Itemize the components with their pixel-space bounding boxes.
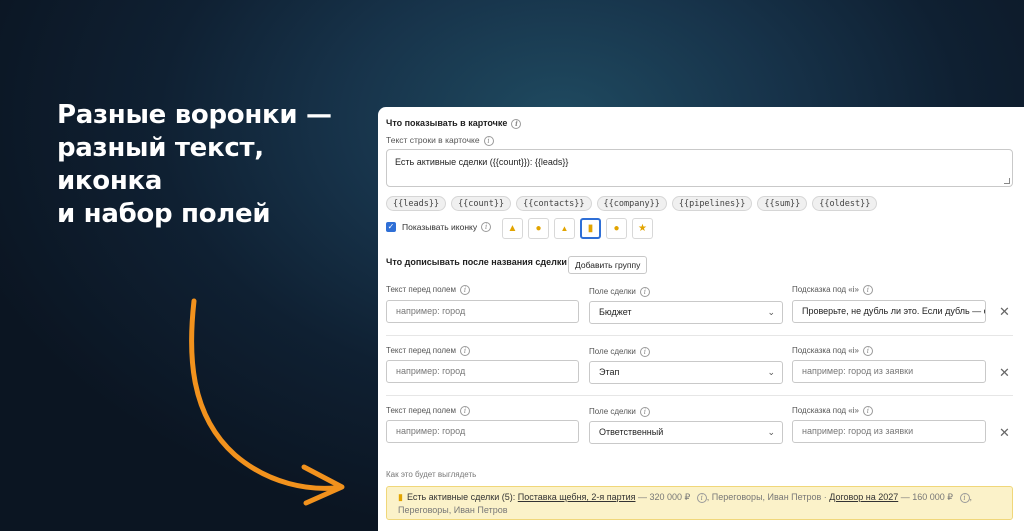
star-icon: ★ xyxy=(638,223,647,234)
row-divider xyxy=(386,395,1013,396)
bell-icon: ▲ xyxy=(560,224,569,233)
text-before-input[interactable]: например: город xyxy=(386,300,579,323)
icon-option-info[interactable]: ● xyxy=(528,218,549,239)
hint-input[interactable]: например: город из заявки xyxy=(792,420,986,443)
text-before-label: Текст перед полем i xyxy=(386,406,470,416)
info-icon[interactable]: i xyxy=(639,407,650,417)
chip-sum[interactable]: {{sum}} xyxy=(757,196,808,211)
chevron-down-icon: ⌄ xyxy=(767,427,775,437)
info-circle-icon: ● xyxy=(535,223,542,234)
info-icon[interactable]: i xyxy=(483,135,494,146)
hint-label: Подсказка под «i» i xyxy=(792,346,873,356)
info-icon[interactable]: i xyxy=(481,222,492,232)
info-icon[interactable]: i xyxy=(862,285,873,295)
info-icon[interactable]: i xyxy=(696,492,707,503)
deal-field-value: Ответственный xyxy=(599,427,664,437)
show-icon-checkbox[interactable]: ✓ xyxy=(386,222,396,232)
remove-row-icon[interactable]: ✕ xyxy=(999,365,1010,381)
icon-option-star[interactable]: ★ xyxy=(632,218,653,239)
info-icon[interactable]: i xyxy=(459,406,470,416)
preview-deal-amount: — 160 000 ₽ xyxy=(900,492,954,502)
deal-field-select[interactable]: Ответственный ⌄ xyxy=(589,421,783,444)
chip-contacts[interactable]: {{contacts}} xyxy=(516,196,592,211)
row-divider xyxy=(386,335,1013,336)
headline-line-2: разный текст, иконка xyxy=(57,133,264,196)
deal-field-label: Поле сделки i xyxy=(589,347,650,357)
icon-option-person[interactable]: ● xyxy=(606,218,627,239)
chip-leads[interactable]: {{leads}} xyxy=(386,196,447,211)
deal-field-select[interactable]: Бюджет ⌄ xyxy=(589,301,783,324)
preview-label: Как это будет выглядеть xyxy=(386,470,477,479)
info-icon[interactable]: i xyxy=(459,285,470,295)
preview-deal-link[interactable]: Поставка щебня, 2-я партия xyxy=(518,492,636,502)
info-icon[interactable]: i xyxy=(639,347,650,357)
show-icon-toggle: ✓ Показывать иконку i xyxy=(386,222,492,232)
remove-row-icon[interactable]: ✕ xyxy=(999,425,1010,441)
headline: Разные воронки — разный текст, иконка и … xyxy=(57,99,377,231)
headline-line-3: и набор полей xyxy=(57,199,271,229)
chip-company[interactable]: {{company}} xyxy=(596,196,667,211)
remove-row-icon[interactable]: ✕ xyxy=(999,304,1010,320)
info-icon[interactable]: i xyxy=(511,118,522,129)
add-group-button[interactable]: Добавить группу xyxy=(568,256,648,274)
chevron-down-icon: ⌄ xyxy=(767,367,775,377)
row-text-value: Есть активные сделки ({{count}}): {{lead… xyxy=(395,157,569,167)
chip-pipelines[interactable]: {{pipelines}} xyxy=(671,196,753,211)
settings-panel: Что показывать в карточке i Текст строки … xyxy=(378,107,1024,531)
chip-count[interactable]: {{count}} xyxy=(451,196,512,211)
show-icon-label: Показывать иконку xyxy=(402,222,478,232)
chevron-down-icon: ⌄ xyxy=(767,307,775,317)
hint-label: Подсказка под «i» i xyxy=(792,285,873,295)
icon-option-bell[interactable]: ▲ xyxy=(554,218,575,239)
text-before-label: Текст перед полем i xyxy=(386,346,470,356)
hint-label: Подсказка под «i» i xyxy=(792,406,873,416)
row-text-textarea[interactable]: Есть активные сделки ({{count}}): {{lead… xyxy=(386,149,1013,187)
warning-icon: ▲ xyxy=(507,223,518,234)
preview-deal-extra: , Переговоры, Иван Петров · xyxy=(706,492,827,502)
orange-arrow-icon xyxy=(189,298,345,506)
deal-field-label: Поле сделки i xyxy=(589,407,650,417)
resize-handle-icon[interactable] xyxy=(1004,178,1010,184)
info-icon[interactable]: i xyxy=(862,346,873,356)
info-icon[interactable]: i xyxy=(639,287,650,297)
text-before-input[interactable]: например: город xyxy=(386,360,579,383)
preview-deal-amount: — 320 000 ₽ xyxy=(638,492,691,502)
info-icon[interactable]: i xyxy=(862,406,873,416)
icon-option-document[interactable]: ▮ xyxy=(580,218,601,239)
text-before-label: Текст перед полем i xyxy=(386,285,470,295)
info-icon[interactable]: i xyxy=(959,492,970,503)
deal-field-value: Бюджет xyxy=(599,307,632,317)
deal-field-label: Поле сделки i xyxy=(589,287,650,297)
preview-lead-text: Есть активные сделки (5): xyxy=(406,492,516,502)
chip-oldest[interactable]: {{oldest}} xyxy=(812,196,878,211)
deal-field-select[interactable]: Этап ⌄ xyxy=(589,361,783,384)
deal-field-value: Этап xyxy=(599,367,620,377)
placeholder-chips: {{leads}} {{count}} {{contacts}} {{compa… xyxy=(386,196,878,211)
text-before-input[interactable]: например: город xyxy=(386,420,579,443)
document-icon: ▮ xyxy=(398,492,403,502)
headline-line-1: Разные воронки — xyxy=(57,100,332,130)
icon-option-warning[interactable]: ▲ xyxy=(502,218,523,239)
card-section-title: Что показывать в карточке i xyxy=(386,118,522,129)
info-icon[interactable]: i xyxy=(459,346,470,356)
preview-deal-extra-line2: Иван Петров xyxy=(453,505,508,515)
hint-input[interactable]: Проверьте, не дубль ли это. Если дубль —… xyxy=(792,300,986,323)
preview-deal-link[interactable]: Договор на 2027 xyxy=(829,492,898,502)
document-icon: ▮ xyxy=(587,223,594,234)
append-section-title: Что дописывать после названия сделкиi xyxy=(386,257,581,268)
person-icon: ● xyxy=(613,223,620,234)
icon-picker: ▲ ● ▲ ▮ ● ★ xyxy=(502,218,653,239)
hint-input[interactable]: например: город из заявки xyxy=(792,360,986,383)
row-text-label: Текст строки в карточке i xyxy=(386,135,494,146)
preview-box: ▮ Есть активные сделки (5): Поставка щебн… xyxy=(386,486,1013,520)
